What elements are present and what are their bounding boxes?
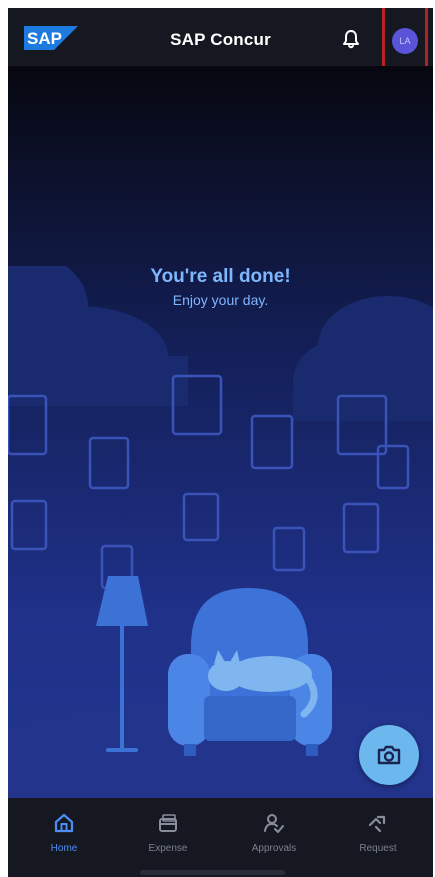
bottom-nav: Home Expense Approvals Request <box>8 798 433 877</box>
nav-request[interactable]: Request <box>338 812 418 854</box>
cloud-right <box>293 296 433 421</box>
camera-fab-button[interactable] <box>359 725 419 785</box>
camera-icon <box>377 745 401 765</box>
home-content: You're all done! Enjoy your day. <box>8 66 433 798</box>
app-title: SAP Concur <box>170 30 271 49</box>
nav-label-expense: Expense <box>148 843 188 854</box>
top-app-bar: SAP SAP Concur LA <box>8 8 433 84</box>
empty-state-illustration <box>8 266 433 798</box>
empty-state-subtitle: Enjoy your day. <box>172 292 269 308</box>
app-screen: SAP SAP Concur LA You're all done! Enjoy… <box>8 8 433 877</box>
nav-label-home: Home <box>50 843 78 854</box>
nav-label-approvals: Approvals <box>251 843 297 854</box>
empty-state-title: You're all done! <box>150 266 291 287</box>
nav-label-request: Request <box>359 843 397 854</box>
expense-icon <box>159 814 177 832</box>
bell-icon[interactable] <box>342 29 360 49</box>
nav-expense[interactable]: Expense <box>128 812 208 854</box>
home-indicator <box>140 870 285 875</box>
request-icon <box>368 815 386 833</box>
approvals-icon <box>264 814 284 833</box>
nav-home[interactable]: Home <box>24 812 104 854</box>
nav-approvals[interactable]: Approvals <box>234 812 314 854</box>
home-icon <box>54 813 74 833</box>
